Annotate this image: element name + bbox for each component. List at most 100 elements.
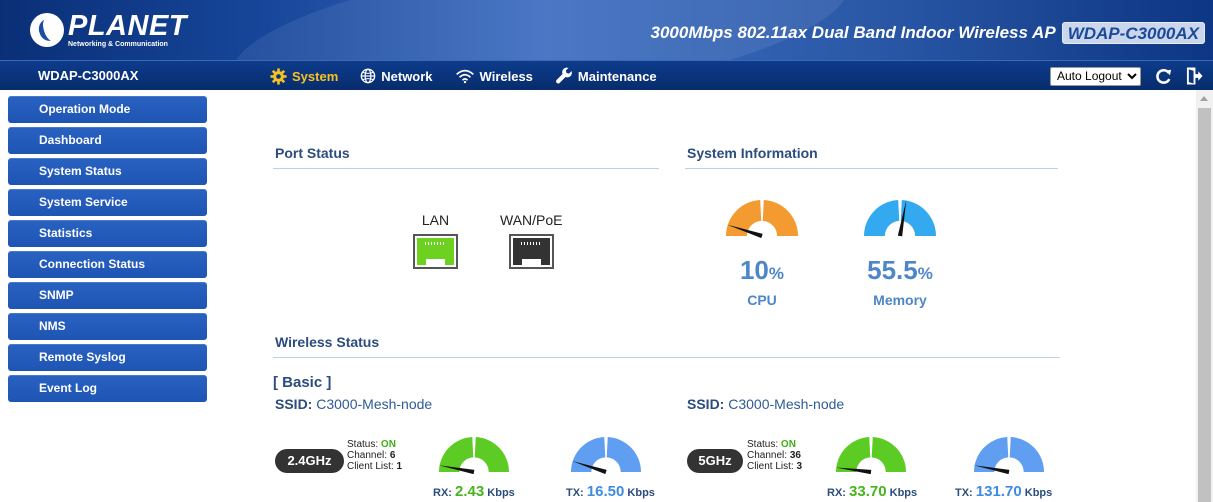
ssid-2g-value: C3000-Mesh-node: [316, 396, 433, 412]
tx-2g-unit: Kbps: [627, 487, 655, 499]
ethernet-port-icon: [508, 234, 554, 269]
nav-maintenance[interactable]: Maintenance: [555, 67, 657, 85]
band-5g-status: Status: ON: [747, 439, 802, 450]
cpu-value: 10%: [727, 255, 797, 286]
wireless-status-title: Wireless Status: [275, 334, 380, 350]
port-notch: [521, 259, 541, 265]
band-2g-channel-label: Channel:: [347, 450, 388, 461]
product-description: 3000Mbps 802.11ax Dual Band Indoor Wirel…: [650, 23, 1056, 42]
sidebar-item-remote-syslog[interactable]: Remote Syslog: [8, 344, 207, 371]
tx-2g-label: TX:: [566, 487, 584, 499]
port-wan-poe: WAN/PoE: [500, 212, 563, 269]
port-status-divider: [273, 168, 659, 169]
main-menu: System Network Wireless Maintenance: [270, 61, 679, 91]
gauge-segment: [871, 437, 906, 472]
port-status-title: Port Status: [275, 145, 350, 161]
wireless-status-divider: [273, 357, 1060, 358]
tx-gauge-2g: [571, 437, 641, 474]
rx-rate-5g: RX: 33.70 Kbps: [827, 483, 917, 500]
planet-logo-icon: [30, 13, 64, 47]
logo-name: PLANET: [68, 9, 187, 42]
ssid-2g: SSID: C3000-Mesh-node: [275, 396, 432, 412]
gauge-segment: [836, 437, 871, 472]
tx-5g-unit: Kbps: [1024, 487, 1053, 499]
gauge-segment: [864, 200, 900, 236]
tx-2g-value: 16.50: [586, 483, 625, 500]
rx-5g-value: 33.70: [849, 483, 887, 500]
gauge-segment: [974, 437, 1009, 472]
planet-logo[interactable]: PLANET Networking & Communication: [30, 10, 187, 50]
port-lan-label: LAN: [421, 212, 450, 228]
band-badge-5g: 5GHz: [687, 449, 743, 473]
rx-gauge-2g: [438, 437, 509, 474]
sidebar-item-connection-status[interactable]: Connection Status: [8, 251, 207, 278]
band-5g-channel: Channel: 36: [747, 450, 802, 461]
band-2g-status-value: ON: [380, 439, 396, 450]
gauge-segment: [474, 437, 509, 472]
device-model-label: WDAP-C3000AX: [38, 68, 139, 83]
port-wan-indicator: [512, 238, 550, 265]
sidebar-item-operation-mode[interactable]: Operation Mode: [8, 96, 207, 123]
memory-label: Memory: [873, 292, 927, 308]
nav-network[interactable]: Network: [360, 68, 433, 84]
sidebar-item-snmp[interactable]: SNMP: [8, 282, 207, 309]
rx-5g-label: RX:: [827, 487, 846, 499]
sidebar-item-nms[interactable]: NMS: [8, 313, 207, 340]
ethernet-port-icon: [413, 234, 458, 269]
auto-logout-select[interactable]: Auto Logout: [1050, 66, 1141, 86]
sidebar-item-event-log[interactable]: Event Log: [8, 375, 207, 402]
band-5g-clients-label: Client List:: [747, 461, 794, 472]
gauge-segment: [606, 437, 641, 472]
gauge-segment: [439, 437, 474, 472]
sidebar-item-system-service[interactable]: System Service: [8, 189, 207, 216]
port-wan-label: WAN/PoE: [500, 212, 563, 228]
rx-2g-label: RX:: [433, 487, 452, 499]
tx-rate-2g: TX: 16.50 Kbps: [566, 483, 655, 500]
top-navbar: WDAP-C3000AX System Network Wireless Mai…: [0, 60, 1213, 90]
nav-wireless[interactable]: Wireless: [455, 68, 533, 84]
band-5g-clients-value: 3: [796, 461, 803, 472]
ssid-5g-label: SSID:: [687, 396, 725, 412]
memory-gauge: [864, 199, 936, 237]
gauge-segment: [1009, 437, 1044, 472]
port-pins: [425, 242, 446, 245]
wifi-icon: [455, 69, 474, 84]
rx-rate-2g: RX: 2.43 Kbps: [433, 483, 515, 500]
vertical-scrollbar[interactable]: [1196, 90, 1213, 502]
scroll-up-arrow-icon[interactable]: [1200, 96, 1208, 101]
cpu-label: CPU: [747, 292, 777, 308]
model-badge: WDAP-C3000AX: [1061, 22, 1205, 44]
refresh-icon[interactable]: [1155, 68, 1172, 85]
sidebar-item-system-status[interactable]: System Status: [8, 158, 207, 185]
memory-value-unit: %: [917, 264, 933, 283]
band-badge-2g: 2.4GHz: [275, 449, 344, 473]
band-2g-channel-value: 6: [389, 450, 396, 461]
tx-rate-5g: TX: 131.70 Kbps: [955, 483, 1052, 500]
logout-icon[interactable]: [1186, 66, 1203, 86]
system-info-title: System Information: [687, 145, 818, 161]
rx-2g-value: 2.43: [455, 483, 485, 500]
sidebar-item-statistics[interactable]: Statistics: [8, 220, 207, 247]
cpu-value-unit: %: [768, 264, 785, 283]
scrollbar-thumb[interactable]: [1198, 108, 1211, 502]
band-2g-channel: Channel: 6: [347, 450, 402, 461]
band-5g-channel-label: Channel:: [747, 450, 788, 461]
port-notch: [426, 259, 445, 265]
page-header: PLANET Networking & Communication 3000Mb…: [0, 0, 1213, 60]
port-pins: [520, 242, 542, 245]
band-info-5g: Status: ON Channel: 36 Client List: 3: [747, 439, 802, 472]
band-2g-status-label: Status:: [347, 439, 379, 450]
nav-system[interactable]: System: [270, 67, 338, 85]
nav-maintenance-label: Maintenance: [577, 68, 657, 84]
band-2g-clients-label: Client List:: [347, 461, 394, 472]
tx-5g-label: TX:: [955, 487, 973, 499]
nav-network-label: Network: [381, 68, 433, 84]
product-title: 3000Mbps 802.11ax Dual Band Indoor Wirel…: [651, 22, 1205, 44]
logo-tagline: Networking & Communication: [68, 40, 168, 48]
tx-gauge-5g: [973, 437, 1044, 474]
memory-value-number: 55.5: [867, 255, 918, 285]
sidebar: Operation Mode Dashboard System Status S…: [8, 96, 207, 406]
basic-section-title: [ Basic ]: [273, 374, 332, 391]
gauge-segment: [762, 200, 798, 236]
sidebar-item-dashboard[interactable]: Dashboard: [8, 127, 207, 154]
